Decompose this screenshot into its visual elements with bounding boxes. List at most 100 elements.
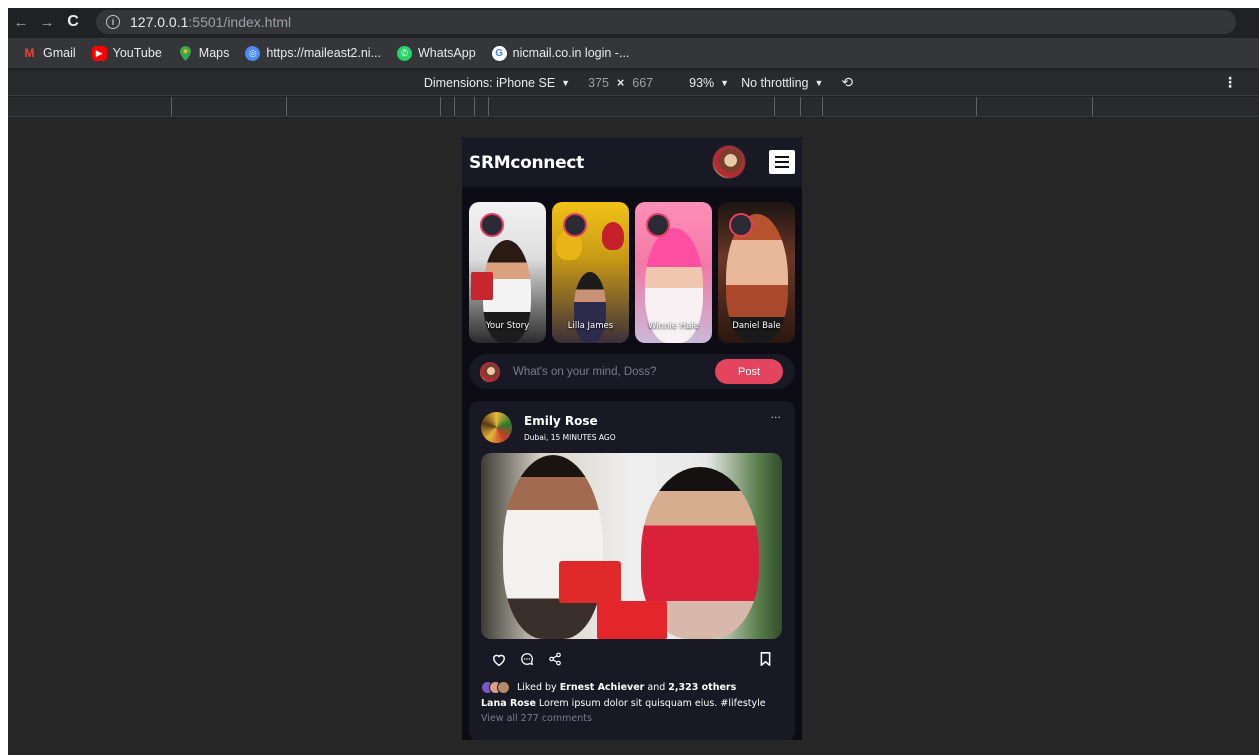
story-name: Your Story <box>485 321 530 331</box>
throttling-select[interactable]: No throttling ▼ <box>741 76 823 90</box>
post-photo[interactable] <box>481 453 782 639</box>
ruler-tick[interactable] <box>822 97 823 116</box>
ruler-tick[interactable] <box>474 97 475 116</box>
liked-others[interactable]: 2,323 others <box>668 682 736 693</box>
caret-down-icon: ▼ <box>561 77 571 88</box>
bookmark-maps[interactable]: Maps <box>178 45 230 61</box>
gift-box <box>471 272 493 300</box>
menu-icon[interactable] <box>769 150 795 174</box>
phone-viewport: SRMconnect Your Story Lilla James Winnie… <box>462 138 802 740</box>
view-comments-link[interactable]: View all 277 comments <box>481 713 592 724</box>
post-button[interactable]: Post <box>715 359 783 384</box>
gmail-icon: M <box>24 46 35 60</box>
story-card[interactable]: Daniel Bale <box>718 202 795 343</box>
story-card[interactable]: Lilla James <box>552 202 629 343</box>
caption-text: Lorem ipsum dolor sit quisquam eius. #li… <box>538 698 766 709</box>
author-name[interactable]: Emily Rose <box>524 414 598 428</box>
bookmark-gmail[interactable]: M Gmail <box>22 46 76 61</box>
bookmark-maileast[interactable]: ◎ https://maileast2.ni... <box>245 45 381 61</box>
url-input[interactable]: i 127.0.0.1:5501/index.html <box>96 10 1236 34</box>
comment-icon[interactable] <box>519 651 535 667</box>
bookmark-label: Gmail <box>43 46 76 60</box>
profile-avatar[interactable] <box>712 145 746 179</box>
ruler-tick[interactable] <box>454 97 455 116</box>
caret-down-icon: ▼ <box>720 77 730 88</box>
gift-box <box>597 601 667 639</box>
bookmark-label: nicmail.co.in login -... <box>512 46 630 60</box>
balloon <box>602 222 624 250</box>
ruler-tick[interactable] <box>1092 97 1093 116</box>
story-name: Daniel Bale <box>732 321 781 331</box>
feed-card: Emily Rose Dubai, 15 MINUTES AGO ··· Lik… <box>469 401 795 740</box>
bookmark-icon[interactable] <box>760 651 771 670</box>
liked-prefix: Liked by <box>517 682 557 693</box>
back-icon[interactable]: ← <box>8 9 34 35</box>
app-logo[interactable]: SRMconnect <box>469 153 584 173</box>
media-query-ruler <box>8 97 1259 117</box>
photo-figure-left <box>503 455 603 639</box>
bookmark-nicmail[interactable]: G nicmail.co.in login -... <box>491 45 630 61</box>
browser-window: ← → C i 127.0.0.1:5501/index.html M Gmai… <box>0 0 1259 755</box>
emulation-canvas: SRMconnect Your Story Lilla James Winnie… <box>8 118 1259 755</box>
liker-avatars <box>481 681 510 694</box>
ruler-tick[interactable] <box>800 97 801 116</box>
liked-by-name[interactable]: Ernest Achiever <box>560 682 645 693</box>
caret-down-icon: ▼ <box>814 77 824 88</box>
width-input[interactable]: 375 <box>588 76 609 90</box>
story-avatar <box>480 213 504 237</box>
bookmark-label: Maps <box>198 46 230 60</box>
ruler-tick[interactable] <box>774 97 775 116</box>
youtube-icon: ▶ <box>91 45 107 61</box>
story-name: Winnie Hale <box>648 321 699 331</box>
height-input[interactable]: 667 <box>632 76 653 90</box>
heart-icon[interactable] <box>491 651 507 667</box>
story-card[interactable]: Winnie Hale <box>635 202 712 343</box>
ruler-tick[interactable] <box>440 97 441 116</box>
bookmark-label: YouTube <box>112 46 162 60</box>
story-avatar <box>646 213 670 237</box>
post-input[interactable]: What's on your mind, Doss? <box>513 366 656 378</box>
zoom-label: 93% <box>689 75 715 90</box>
more-options-icon[interactable]: ⋮ <box>1223 74 1237 91</box>
liker-avatar <box>497 681 510 694</box>
author-avatar[interactable] <box>481 412 512 443</box>
story-avatar <box>563 213 587 237</box>
stories-row: Your Story Lilla James Winnie Hale Danie… <box>462 187 802 343</box>
liked-and: and <box>647 682 666 693</box>
ruler-tick[interactable] <box>976 97 977 116</box>
bookmark-youtube[interactable]: ▶ YouTube <box>91 45 162 61</box>
gift-box <box>559 561 621 603</box>
throttling-label: No throttling <box>741 75 809 90</box>
google-icon: G <box>491 45 507 61</box>
story-figure <box>574 272 606 343</box>
feed-header: Emily Rose Dubai, 15 MINUTES AGO ··· <box>469 401 795 451</box>
more-options-icon[interactable]: ··· <box>771 411 782 424</box>
liked-by-row: Liked by Ernest Achiever and 2,323 other… <box>481 681 736 694</box>
bookmark-label: https://maileast2.ni... <box>266 46 381 60</box>
bookmark-whatsapp[interactable]: ✆ WhatsApp <box>397 45 476 61</box>
times-icon: × <box>616 75 625 90</box>
url-path: :5501/index.html <box>188 14 292 30</box>
share-icon[interactable] <box>547 651 563 667</box>
rotate-icon[interactable]: ⟲ <box>841 74 853 91</box>
caption-user[interactable]: Lana Rose <box>481 698 536 709</box>
site-info-icon[interactable]: i <box>106 15 120 29</box>
zoom-select[interactable]: 93% ▼ <box>689 76 729 90</box>
device-select[interactable]: Dimensions: iPhone SE ▼ <box>424 76 570 90</box>
maps-icon <box>178 45 193 61</box>
post-meta: Dubai, 15 MINUTES AGO <box>524 433 616 442</box>
device-label: Dimensions: iPhone SE <box>423 75 556 90</box>
reload-icon[interactable]: C <box>60 9 86 35</box>
bookmark-label: WhatsApp <box>418 46 476 60</box>
forward-icon[interactable]: → <box>34 9 60 35</box>
top-navbar: SRMconnect <box>462 138 802 187</box>
globe-icon: ◎ <box>245 45 261 61</box>
device-toolbar: Dimensions: iPhone SE ▼ 375 × 667 93% ▼ … <box>8 70 1259 96</box>
story-name: Lilla James <box>567 321 614 331</box>
story-avatar <box>729 213 753 237</box>
ruler-tick[interactable] <box>286 97 287 116</box>
ruler-tick[interactable] <box>171 97 172 116</box>
story-card[interactable]: Your Story <box>469 202 546 343</box>
ruler-tick[interactable] <box>488 97 489 116</box>
post-caption: Lana Rose Lorem ipsum dolor sit quisquam… <box>481 698 766 709</box>
